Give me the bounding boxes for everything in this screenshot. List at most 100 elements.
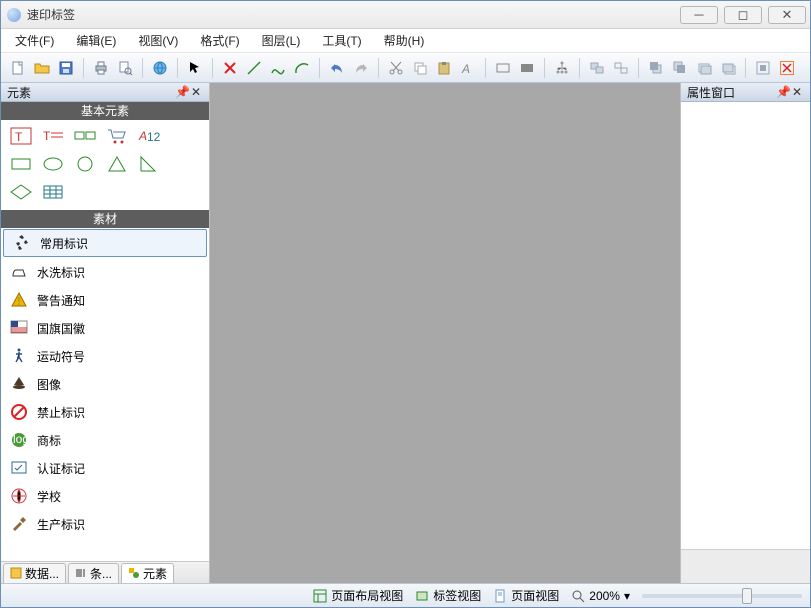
material-section-header: 素材 (1, 210, 209, 228)
menu-edit[interactable]: 编辑(E) (72, 30, 120, 51)
zoom-slider[interactable] (642, 594, 802, 598)
elements-panel: 元素 📌 ✕ 基本元素 T T A123 素材 常用标识 水洗标识 警告通知 国… (1, 83, 210, 583)
material-item-school[interactable]: 学校 (1, 482, 209, 510)
front-button[interactable] (645, 57, 667, 79)
save-button[interactable] (55, 57, 77, 79)
app-icon (7, 8, 21, 22)
table-icon[interactable] (41, 181, 65, 206)
recycle-icon (12, 233, 32, 253)
preview-button[interactable] (114, 57, 136, 79)
globe-button[interactable] (149, 57, 171, 79)
barcode-icon (75, 567, 87, 579)
rect-button[interactable] (492, 57, 514, 79)
ungroup-button[interactable] (610, 57, 632, 79)
new-button[interactable] (7, 57, 29, 79)
menu-help[interactable]: 帮助(H) (380, 30, 429, 51)
right-triangle-icon[interactable] (137, 153, 161, 178)
zoom-value: 200% (589, 589, 620, 603)
tab-barcode[interactable]: 条... (68, 563, 119, 583)
redo-button[interactable] (350, 57, 372, 79)
material-item-production[interactable]: 生产标识 (1, 510, 209, 538)
rect-shape-icon[interactable] (9, 153, 33, 178)
properties-footer (681, 549, 810, 583)
pointer-button[interactable] (184, 57, 206, 79)
material-label: 警告通知 (37, 292, 85, 309)
number-icon[interactable]: A123 (137, 125, 161, 150)
canvas[interactable] (210, 83, 680, 583)
undo-button[interactable] (326, 57, 348, 79)
grid-icon (10, 567, 22, 579)
material-item-logo[interactable]: log商标 (1, 426, 209, 454)
diamond-icon[interactable] (9, 181, 33, 206)
label-view-button[interactable]: 标签视图 (415, 587, 481, 604)
curve-button[interactable] (267, 57, 289, 79)
tree-button[interactable] (551, 57, 573, 79)
material-item-wash[interactable]: 水洗标识 (1, 258, 209, 286)
label-icon (415, 589, 429, 603)
copy-button[interactable] (409, 57, 431, 79)
material-item-common[interactable]: 常用标识 (3, 229, 207, 257)
basic-elements-grid: T T A123 (1, 120, 209, 210)
page-view-button[interactable]: 页面视图 (493, 587, 559, 604)
image-icon (9, 374, 29, 394)
minimize-button[interactable]: ─ (680, 6, 718, 24)
pin-icon[interactable]: 📌 (776, 85, 790, 99)
maximize-button[interactable]: ◻ (724, 6, 762, 24)
settings-button[interactable] (752, 57, 774, 79)
group-button[interactable] (586, 57, 608, 79)
arc-button[interactable] (291, 57, 313, 79)
pin-icon[interactable]: 📌 (175, 85, 189, 99)
text-box-icon[interactable]: T (9, 125, 33, 150)
zoom-dropdown[interactable]: 200% ▾ (571, 589, 630, 603)
slider-thumb[interactable] (742, 588, 752, 604)
app-title: 速印标签 (27, 6, 680, 23)
material-label: 学校 (37, 488, 61, 505)
close-panel-button[interactable] (776, 57, 798, 79)
cut-button[interactable] (385, 57, 407, 79)
triangle-icon[interactable] (105, 153, 129, 178)
page-layout-view-button[interactable]: 页面布局视图 (313, 587, 403, 604)
delete-button[interactable] (219, 57, 241, 79)
forbid-icon (9, 402, 29, 422)
material-label: 禁止标识 (37, 404, 85, 421)
layout-icon (313, 589, 327, 603)
font-button[interactable]: A (457, 57, 479, 79)
paste-button[interactable] (433, 57, 455, 79)
circle-icon[interactable] (73, 153, 97, 178)
close-icon[interactable]: ✕ (189, 85, 203, 99)
close-button[interactable]: ✕ (768, 6, 806, 24)
properties-body (681, 102, 810, 549)
material-item-warning[interactable]: 警告通知 (1, 286, 209, 314)
line-button[interactable] (243, 57, 265, 79)
tab-data[interactable]: 数据... (3, 563, 66, 583)
ellipse-icon[interactable] (41, 153, 65, 178)
menu-view[interactable]: 视图(V) (134, 30, 182, 51)
open-button[interactable] (31, 57, 53, 79)
material-item-forbid[interactable]: 禁止标识 (1, 398, 209, 426)
material-item-image[interactable]: 图像 (1, 370, 209, 398)
menu-layer[interactable]: 图层(L) (258, 30, 305, 51)
status-label: 页面视图 (511, 587, 559, 604)
rect-fill-button[interactable] (516, 57, 538, 79)
menu-tools[interactable]: 工具(T) (318, 30, 365, 51)
tab-elements[interactable]: 元素 (121, 563, 174, 583)
print-button[interactable] (90, 57, 112, 79)
menu-file[interactable]: 文件(F) (11, 30, 58, 51)
close-icon[interactable]: ✕ (790, 85, 804, 99)
material-label: 水洗标识 (37, 264, 85, 281)
zoom-icon (571, 589, 585, 603)
menu-format[interactable]: 格式(F) (196, 30, 243, 51)
svg-text:123: 123 (147, 130, 161, 144)
material-label: 国旗国徽 (37, 320, 85, 337)
back-button[interactable] (669, 57, 691, 79)
cert-icon (9, 458, 29, 478)
forward-button[interactable] (693, 57, 715, 79)
material-item-sport[interactable]: 运动符号 (1, 342, 209, 370)
cart-icon[interactable] (105, 125, 129, 150)
material-item-flag[interactable]: 国旗国徽 (1, 314, 209, 342)
field-icon[interactable] (73, 125, 97, 150)
material-item-cert[interactable]: 认证标记 (1, 454, 209, 482)
backward-button[interactable] (717, 57, 739, 79)
text-line-icon[interactable]: T (41, 125, 65, 150)
material-list: 常用标识 水洗标识 警告通知 国旗国徽 运动符号 图像 禁止标识 log商标 认… (1, 228, 209, 561)
